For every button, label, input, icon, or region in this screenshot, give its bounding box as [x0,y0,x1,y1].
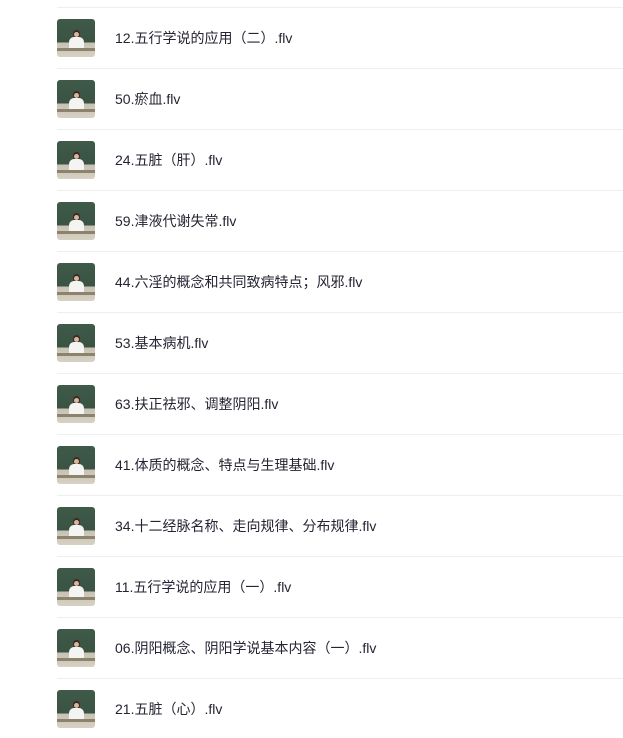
file-row[interactable]: 06.阴阳概念、阴阳学说基本内容（一）.flv [0,618,623,679]
podium-edge [57,109,95,112]
file-row[interactable]: 24.五脏（肝）.flv [0,130,623,191]
video-thumbnail[interactable] [57,324,95,362]
file-list: 12.五行学说的应用（二）.flv 50.瘀血.flv 24.五脏（肝）.flv 59… [0,0,623,738]
podium-edge [57,170,95,173]
file-row[interactable]: 59.津液代谢失常.flv [0,191,623,252]
video-thumbnail[interactable] [57,19,95,57]
file-row[interactable]: 53.基本病机.flv [0,313,623,374]
file-name[interactable]: 11.五行学说的应用（一）.flv [115,578,291,596]
video-thumbnail[interactable] [57,629,95,667]
file-name[interactable]: 12.五行学说的应用（二）.flv [115,29,292,47]
video-thumbnail[interactable] [57,141,95,179]
video-thumbnail[interactable] [57,690,95,728]
file-name[interactable]: 59.津液代谢失常.flv [115,212,236,230]
podium-edge [57,48,95,51]
file-name[interactable]: 06.阴阳概念、阴阳学说基本内容（一）.flv [115,639,376,657]
video-thumbnail[interactable] [57,202,95,240]
video-thumbnail[interactable] [57,80,95,118]
file-row[interactable]: 44.六淫的概念和共同致病特点；风邪.flv [0,252,623,313]
file-name[interactable]: 53.基本病机.flv [115,334,208,352]
podium-edge [57,353,95,356]
video-thumbnail[interactable] [57,263,95,301]
file-row[interactable]: 21.五脏（心）.flv [0,679,623,738]
file-name[interactable]: 50.瘀血.flv [115,90,180,108]
video-thumbnail[interactable] [57,507,95,545]
file-name[interactable]: 44.六淫的概念和共同致病特点；风邪.flv [115,273,362,291]
video-thumbnail[interactable] [57,385,95,423]
file-row[interactable]: 41.体质的概念、特点与生理基础.flv [0,435,623,496]
file-name[interactable]: 24.五脏（肝）.flv [115,151,222,169]
file-row[interactable]: 63.扶正祛邪、调整阴阳.flv [0,374,623,435]
video-thumbnail[interactable] [57,568,95,606]
video-thumbnail[interactable] [57,446,95,484]
podium-edge [57,536,95,539]
podium-edge [57,597,95,600]
file-row[interactable]: 50.瘀血.flv [0,69,623,130]
file-name[interactable]: 41.体质的概念、特点与生理基础.flv [115,456,334,474]
podium-edge [57,292,95,295]
podium-edge [57,475,95,478]
file-row[interactable]: 12.五行学说的应用（二）.flv [0,8,623,69]
file-row[interactable]: 11.五行学说的应用（一）.flv [0,557,623,618]
podium-edge [57,658,95,661]
file-name[interactable]: 21.五脏（心）.flv [115,700,222,718]
file-name[interactable]: 34.十二经脉名称、走向规律、分布规律.flv [115,517,376,535]
podium-edge [57,414,95,417]
podium-edge [57,719,95,722]
file-row[interactable]: 34.十二经脉名称、走向规律、分布规律.flv [0,496,623,557]
file-name[interactable]: 63.扶正祛邪、调整阴阳.flv [115,395,278,413]
podium-edge [57,231,95,234]
